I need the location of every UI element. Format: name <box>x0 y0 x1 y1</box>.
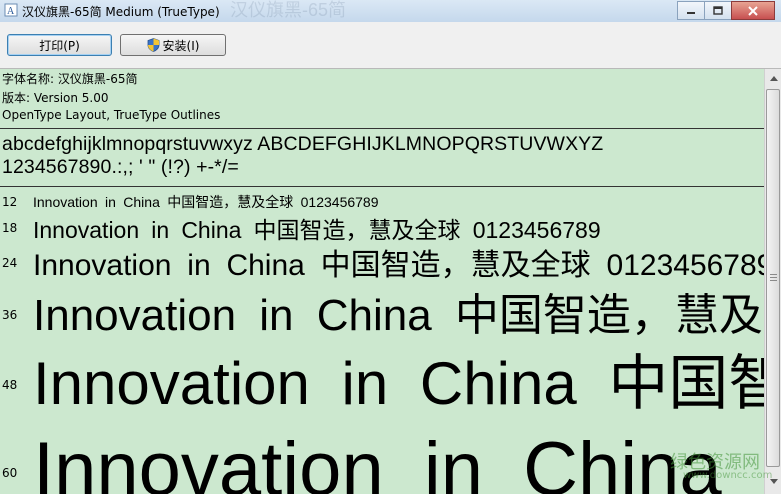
scroll-up-button[interactable] <box>766 70 781 86</box>
toolbar: 打印(P) 安装(I) <box>0 22 781 69</box>
font-preview-pane: 字体名称: 汉仪旗黑-65简 版本: Version 5.00 OpenType… <box>0 69 764 494</box>
font-version-info: 版本: Version 5.00 <box>2 91 109 105</box>
svg-text:A: A <box>7 6 15 17</box>
maximize-button[interactable] <box>704 1 732 20</box>
font-name-info: 字体名称: 汉仪旗黑-65简 <box>2 72 138 86</box>
window-title: 汉仪旗黑-65简 Medium (TrueType) <box>22 5 220 19</box>
size-label-60: 60 <box>2 466 18 480</box>
install-button-label: 安装(I) <box>162 38 200 53</box>
close-icon <box>748 5 758 16</box>
close-button[interactable] <box>731 1 775 20</box>
sample-text-36: Innovation in China 中国智造，慧及全球 0123456789 <box>33 291 764 340</box>
chevron-up-icon <box>769 75 778 81</box>
sample-text-12: Innovation in China 中国智造，慧及全球 0123456789 <box>33 194 379 210</box>
size-label-36: 36 <box>2 308 18 322</box>
font-type-info: OpenType Layout, TrueType Outlines <box>2 108 221 122</box>
divider <box>0 128 764 129</box>
charset-line-symbols: 1234567890.:,; ' " (!?) +-*/= <box>2 156 239 178</box>
print-button-label: 打印(P) <box>39 38 80 53</box>
sample-text-24: Innovation in China 中国智造，慧及全球 0123456789 <box>33 249 764 282</box>
charset-line-letters: abcdefghijklmnopqrstuvwxyz ABCDEFGHIJKLM… <box>2 133 604 155</box>
title-bar: A 汉仪旗黑-65简 Medium (TrueType) 汉仪旗黑-65简 <box>0 0 781 23</box>
maximize-icon <box>713 6 723 15</box>
sample-text-60: Innovation in China 中国智造，慧及全球 0123456789 <box>33 427 764 494</box>
font-viewer-icon: A <box>4 3 18 17</box>
minimize-button[interactable] <box>677 1 705 20</box>
size-label-48: 48 <box>2 378 18 392</box>
window-controls <box>677 1 775 20</box>
print-button[interactable]: 打印(P) <box>7 34 112 56</box>
minimize-icon <box>687 11 695 14</box>
scroll-thumb[interactable] <box>766 89 780 467</box>
size-label-18: 18 <box>2 221 18 235</box>
shield-icon <box>147 38 159 52</box>
install-button[interactable]: 安装(I) <box>120 34 226 56</box>
vertical-scrollbar[interactable] <box>764 69 781 494</box>
title-ghost-text: 汉仪旗黑-65简 <box>230 0 347 20</box>
size-label-24: 24 <box>2 256 18 270</box>
divider <box>0 186 764 187</box>
size-label-12: 12 <box>2 195 18 209</box>
watermark-url: www.downcc.com <box>683 470 773 481</box>
